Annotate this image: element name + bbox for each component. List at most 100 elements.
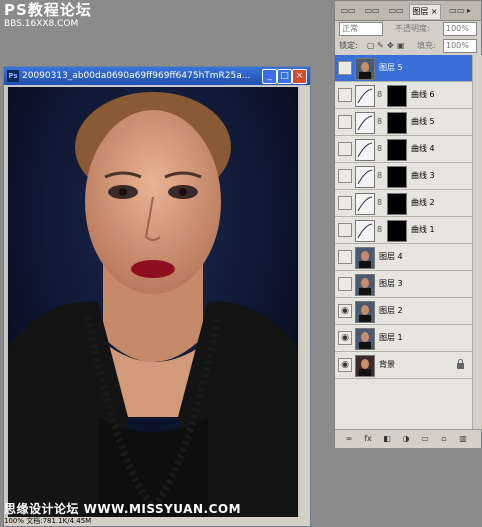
visibility-eye-icon[interactable] <box>338 223 352 237</box>
lock-icon <box>457 359 464 369</box>
mask-link-icon[interactable]: 8 <box>377 117 382 126</box>
layer-name: 曲线 6 <box>411 90 435 99</box>
layer-thumbnail <box>355 355 375 377</box>
tab-history-icon[interactable]: ▭▭ <box>385 4 407 18</box>
lock-label: 锁定: <box>339 41 358 50</box>
layer-mask-thumbnail[interactable] <box>387 85 407 107</box>
panel-tab-bar: ▭▭ ▭▭ ▭▭ 图层 × ▭▭ ▸ <box>335 1 481 21</box>
curves-adjustment-icon <box>355 85 375 107</box>
tab-close-icon[interactable]: × <box>431 7 438 16</box>
layer-name: 图层 2 <box>379 306 403 315</box>
visibility-eye-icon[interactable] <box>338 196 352 210</box>
close-button[interactable]: × <box>292 69 307 84</box>
layer-name: 曲线 5 <box>411 117 435 126</box>
fx-icon[interactable]: fx <box>362 433 374 445</box>
visibility-eye-icon[interactable] <box>338 169 352 183</box>
visibility-eye-icon[interactable]: ◉ <box>338 331 352 345</box>
watermark-bottom: 思缘设计论坛 WWW.MISSYUAN.COM <box>4 502 242 516</box>
lock-pixels-icon[interactable]: ✎ <box>377 39 384 53</box>
blend-mode-value: 正常 <box>342 24 358 33</box>
curves-adjustment-icon <box>355 166 375 188</box>
lock-position-icon[interactable]: ✥ <box>387 39 394 53</box>
watermark-top: PS教程论坛 BBS.16XX8.COM <box>4 1 92 30</box>
layer-row[interactable]: 图层 5 <box>335 55 472 82</box>
layer-row[interactable]: 图层 3 <box>335 271 472 298</box>
mask-link-icon[interactable]: 8 <box>377 90 382 99</box>
new-layer-icon[interactable]: ▫ <box>438 433 450 445</box>
layer-thumbnail <box>355 247 375 269</box>
visibility-eye-icon[interactable] <box>338 115 352 129</box>
layers-panel: ▭▭ ▭▭ ▭▭ 图层 × ▭▭ ▸ 正常 不透明度: 100% 锁定: ▢ ✎… <box>334 0 482 448</box>
layer-name: 图层 4 <box>379 252 403 261</box>
layer-name: 曲线 3 <box>411 171 435 180</box>
layer-row[interactable]: 图层 4 <box>335 244 472 271</box>
layer-mask-thumbnail[interactable] <box>387 112 407 134</box>
layer-mask-thumbnail[interactable] <box>387 166 407 188</box>
layer-mask-thumbnail[interactable] <box>387 193 407 215</box>
layer-name: 曲线 4 <box>411 144 435 153</box>
photoshop-icon: Ps <box>7 70 19 82</box>
link-icon[interactable]: ∞ <box>343 433 355 445</box>
minimize-button[interactable]: _ <box>262 69 277 84</box>
layer-row[interactable]: 8 曲线 6 <box>335 82 472 109</box>
maximize-button[interactable]: □ <box>277 69 292 84</box>
watermark-url: BBS.16XX8.COM <box>4 19 79 29</box>
layer-row[interactable]: 8 曲线 3 <box>335 163 472 190</box>
curves-adjustment-icon <box>355 220 375 242</box>
layer-mask-thumbnail[interactable] <box>387 139 407 161</box>
adjustment-icon[interactable]: ◑ <box>400 433 412 445</box>
panel-menu-icon[interactable]: ▭▭ ▸ <box>443 4 477 18</box>
mask-link-icon[interactable]: 8 <box>377 225 382 234</box>
visibility-eye-icon[interactable] <box>338 277 352 291</box>
curves-adjustment-icon <box>355 193 375 215</box>
trash-icon[interactable]: ▥ <box>457 433 469 445</box>
portrait-image <box>8 87 298 517</box>
layer-row[interactable]: 8 曲线 2 <box>335 190 472 217</box>
tab-paths-icon[interactable]: ▭▭ <box>361 4 383 18</box>
tab-channels-icon[interactable]: ▭▭ <box>337 4 359 18</box>
opacity-input[interactable]: 100% <box>443 22 477 36</box>
layer-thumbnail <box>355 274 375 296</box>
layer-row[interactable]: 8 曲线 5 <box>335 109 472 136</box>
fill-label: 填充: <box>417 41 436 50</box>
layer-name: 图层 1 <box>379 333 403 342</box>
layer-thumbnail <box>355 58 375 80</box>
layer-row[interactable]: 8 曲线 4 <box>335 136 472 163</box>
vertical-scrollbar[interactable] <box>300 87 309 517</box>
document-window: Ps 20090313_ab00da0690a69ff969ff6475hTmR2… <box>3 66 311 527</box>
lock-all-icon[interactable]: ▣ <box>397 39 405 53</box>
layer-row[interactable]: ◉ 背景 <box>335 352 472 379</box>
layer-thumbnail <box>355 301 375 323</box>
document-title: 20090313_ab00da0690a69ff969ff6475hTmR25a… <box>22 71 251 81</box>
layer-row[interactable]: ◉ 图层 1 <box>335 325 472 352</box>
curves-adjustment-icon <box>355 112 375 134</box>
mask-link-icon[interactable]: 8 <box>377 171 382 180</box>
mask-link-icon[interactable]: 8 <box>377 198 382 207</box>
group-icon[interactable]: ▭ <box>419 433 431 445</box>
visibility-eye-icon[interactable] <box>338 250 352 264</box>
fill-value: 100% <box>446 41 469 50</box>
curves-adjustment-icon <box>355 139 375 161</box>
mask-icon[interactable]: ◧ <box>381 433 393 445</box>
visibility-eye-icon[interactable]: ◉ <box>338 304 352 318</box>
visibility-eye-icon[interactable] <box>338 88 352 102</box>
blend-mode-select[interactable]: 正常 <box>339 22 383 36</box>
document-title-bar[interactable]: Ps 20090313_ab00da0690a69ff969ff6475hTmR2… <box>4 67 310 85</box>
fill-input[interactable]: 100% <box>443 39 477 53</box>
blend-options-row: 正常 不透明度: 100% <box>335 20 481 37</box>
layer-row[interactable]: 8 曲线 1 <box>335 217 472 244</box>
visibility-eye-icon[interactable] <box>338 61 352 75</box>
layer-name: 曲线 2 <box>411 198 435 207</box>
layer-row[interactable]: ◉ 图层 2 <box>335 298 472 325</box>
visibility-eye-icon[interactable] <box>338 142 352 156</box>
layer-list: 图层 5 8 曲线 6 8 曲线 5 8 曲线 4 8 曲线 3 8 曲线 2 8 曲线 1 图层 4 图层… <box>335 55 472 429</box>
watermark-title: PS教程论坛 <box>4 1 92 19</box>
mask-link-icon[interactable]: 8 <box>377 144 382 153</box>
layer-name: 图层 3 <box>379 279 403 288</box>
layer-mask-thumbnail[interactable] <box>387 220 407 242</box>
visibility-eye-icon[interactable]: ◉ <box>338 358 352 372</box>
image-canvas[interactable] <box>8 87 298 517</box>
lock-transparent-icon[interactable]: ▢ <box>367 39 375 53</box>
tab-layers[interactable]: 图层 × <box>409 4 441 19</box>
layer-list-scrollbar[interactable] <box>472 55 482 429</box>
